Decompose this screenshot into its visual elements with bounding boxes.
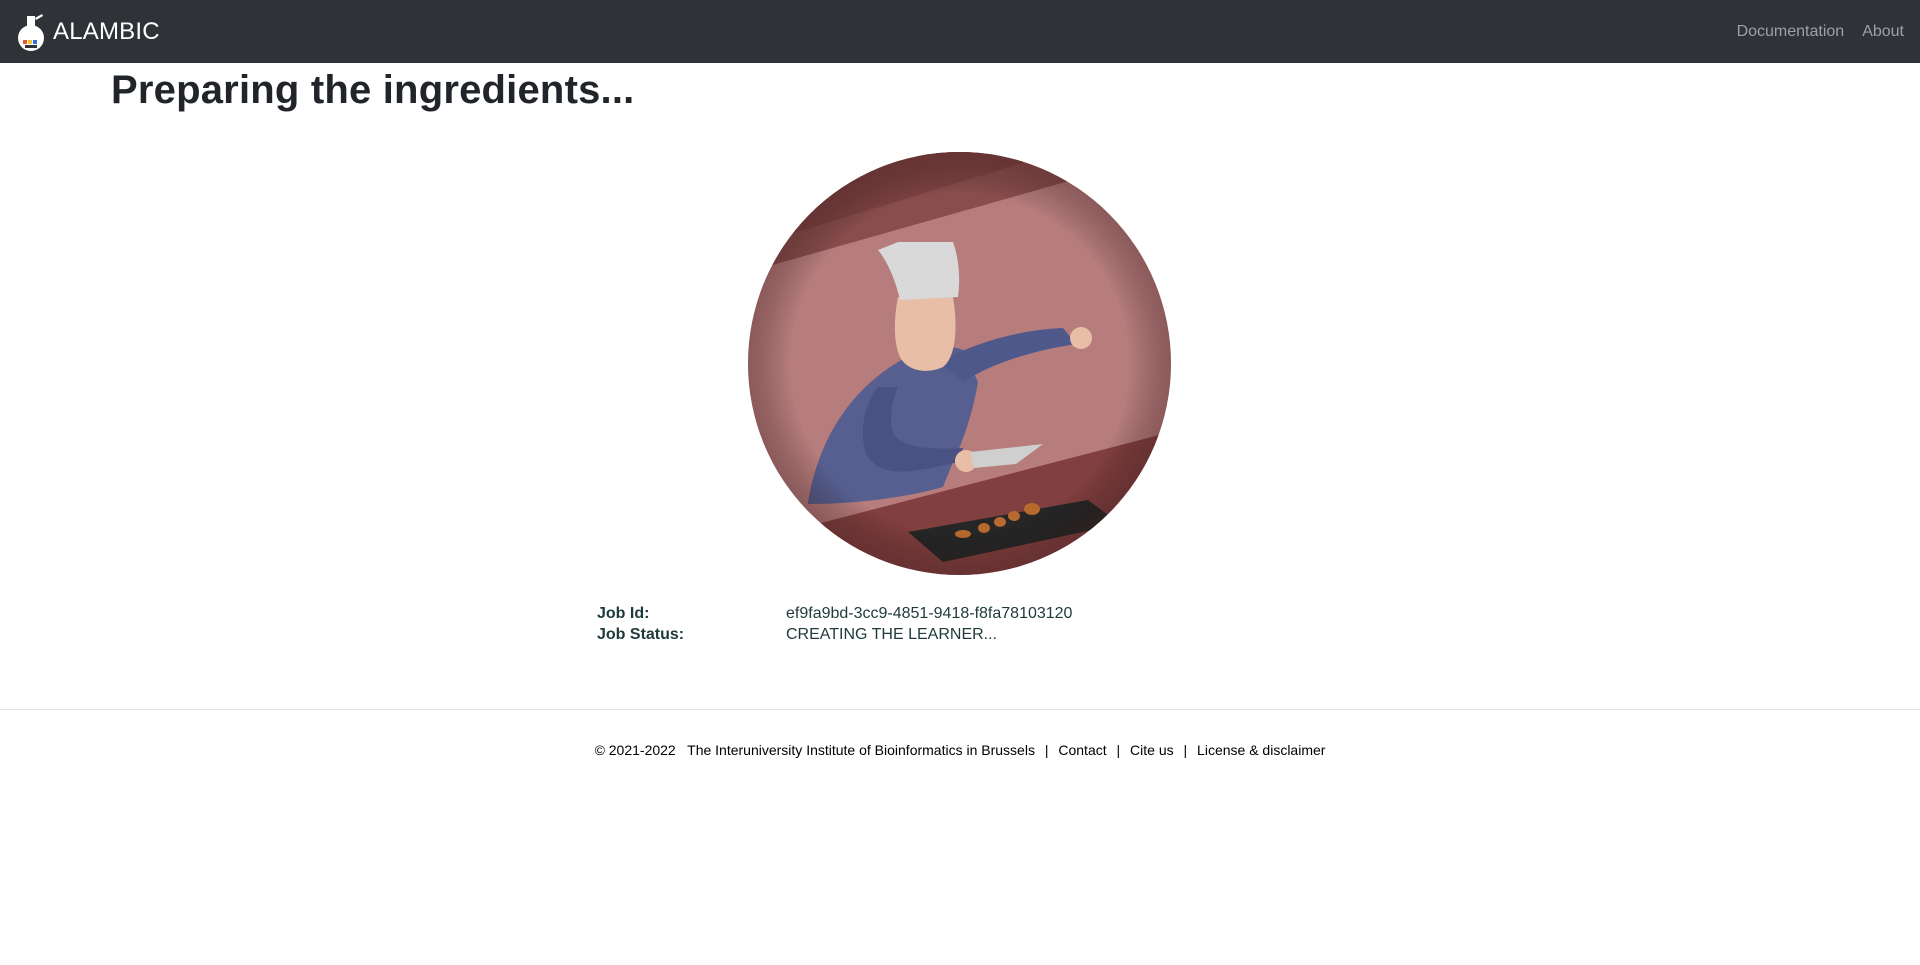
footer-copyright: © 2021-2022	[594, 742, 676, 758]
nav-links: Documentation About	[1737, 23, 1904, 41]
footer-separator: |	[1183, 742, 1188, 758]
job-status-row: Job Status: CREATING THE LEARNER...	[597, 624, 1072, 645]
job-id-value: ef9fa9bd-3cc9-4851-9418-f8fa78103120	[786, 604, 1073, 622]
job-id-label: Job Id:	[597, 604, 650, 622]
footer-separator: |	[1116, 742, 1121, 758]
job-id-row: Job Id: ef9fa9bd-3cc9-4851-9418-f8fa7810…	[597, 603, 1072, 624]
footer-separator: |	[1044, 742, 1049, 758]
footer-link-contact[interactable]: Contact	[1058, 742, 1106, 758]
footer: © 2021-2022 The Interuniversity Institut…	[0, 742, 1920, 758]
nav-link-about[interactable]: About	[1862, 23, 1904, 41]
chef-cooking-illustration	[748, 152, 1171, 575]
footer-link-institute[interactable]: The Interuniversity Institute of Bioinfo…	[687, 742, 1035, 758]
top-navbar: ALAMBIC Documentation About	[0, 0, 1920, 63]
footer-divider	[0, 709, 1920, 710]
job-info: Job Id: ef9fa9bd-3cc9-4851-9418-f8fa7810…	[597, 603, 1072, 645]
footer-link-cite[interactable]: Cite us	[1130, 742, 1174, 758]
page-title: Preparing the ingredients...	[111, 68, 635, 112]
alembic-flask-icon	[16, 12, 46, 52]
nav-link-documentation[interactable]: Documentation	[1737, 23, 1845, 41]
brand-link[interactable]: ALAMBIC	[16, 12, 160, 52]
brand-name: ALAMBIC	[53, 17, 160, 45]
job-status-value: CREATING THE LEARNER...	[786, 625, 997, 643]
footer-link-license[interactable]: License & disclaimer	[1197, 742, 1325, 758]
job-status-label: Job Status:	[597, 625, 685, 643]
